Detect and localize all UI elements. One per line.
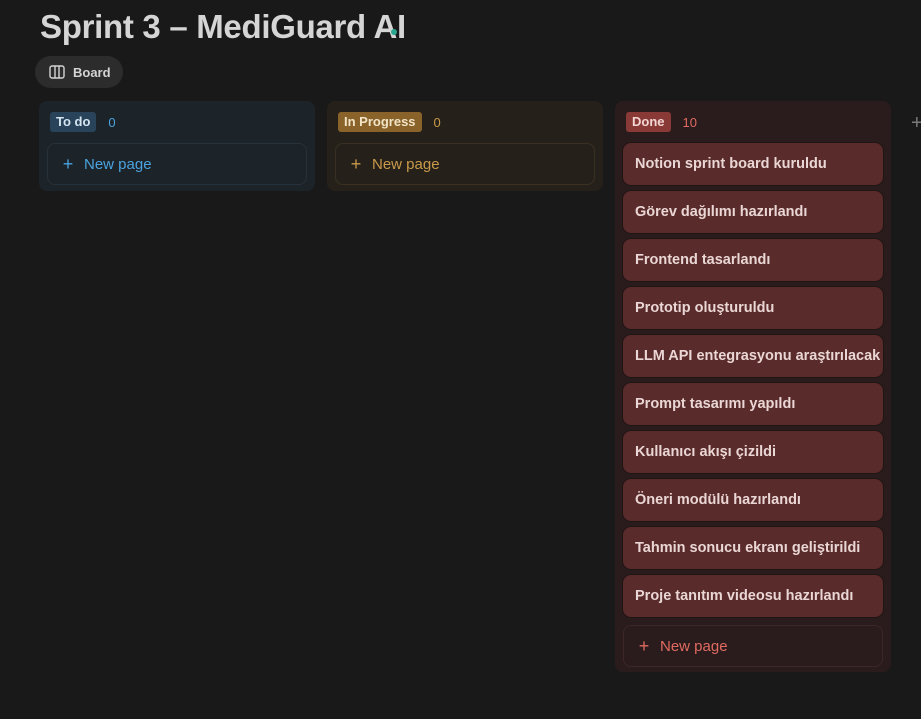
column-todo: To do 0 + New page bbox=[39, 101, 315, 191]
new-page-button-in-progress[interactable]: + New page bbox=[335, 143, 595, 185]
board-card[interactable]: Notion sprint board kuruldu bbox=[623, 143, 883, 185]
column-done: Done 10 Notion sprint board kuruldu Göre… bbox=[615, 101, 891, 672]
plus-icon: + bbox=[350, 154, 362, 174]
board-view-tab[interactable]: Board bbox=[35, 56, 123, 88]
plus-icon: + bbox=[638, 636, 650, 656]
count-in-progress: 0 bbox=[433, 114, 441, 130]
add-group-plus-icon[interactable]: + bbox=[911, 113, 921, 133]
collaborator-cursor bbox=[391, 29, 397, 35]
board-card[interactable]: Görev dağılımı hazırlandı bbox=[623, 191, 883, 233]
status-pill-todo[interactable]: To do bbox=[50, 112, 97, 132]
count-todo: 0 bbox=[108, 114, 116, 130]
column-header-in-progress: In Progress 0 bbox=[338, 111, 595, 133]
plus-icon: + bbox=[62, 154, 74, 174]
board-page: Sprint 3 – MediGuard AI Board To do 0 + … bbox=[0, 0, 921, 719]
new-page-button-todo[interactable]: + New page bbox=[47, 143, 307, 185]
board-columns-icon bbox=[49, 65, 65, 79]
board-card[interactable]: Öneri modülü hazırlandı bbox=[623, 479, 883, 521]
new-page-button-done[interactable]: + New page bbox=[623, 625, 883, 667]
board-card[interactable]: Kullanıcı akışı çizildi bbox=[623, 431, 883, 473]
board-card[interactable]: LLM API entegrasyonu araştırılacak bbox=[623, 335, 883, 377]
board-card[interactable]: Tahmin sonucu ekranı geliştirildi bbox=[623, 527, 883, 569]
new-page-label: New page bbox=[84, 155, 152, 173]
column-header-done: Done 10 bbox=[626, 111, 883, 133]
new-page-label: New page bbox=[372, 155, 440, 173]
column-header-todo: To do 0 bbox=[50, 111, 307, 133]
page-title[interactable]: Sprint 3 – MediGuard AI bbox=[40, 8, 406, 46]
new-page-label: New page bbox=[660, 637, 728, 655]
board-card[interactable]: Prompt tasarımı yapıldı bbox=[623, 383, 883, 425]
count-done: 10 bbox=[682, 114, 697, 130]
board-card[interactable]: Proje tanıtım videosu hazırlandı bbox=[623, 575, 883, 617]
status-pill-in-progress[interactable]: In Progress bbox=[338, 112, 422, 132]
board-card[interactable]: Prototip oluşturuldu bbox=[623, 287, 883, 329]
board-card[interactable]: Frontend tasarlandı bbox=[623, 239, 883, 281]
board-view-label: Board bbox=[73, 64, 111, 80]
status-pill-done[interactable]: Done bbox=[626, 112, 671, 132]
column-in-progress: In Progress 0 + New page bbox=[327, 101, 603, 191]
